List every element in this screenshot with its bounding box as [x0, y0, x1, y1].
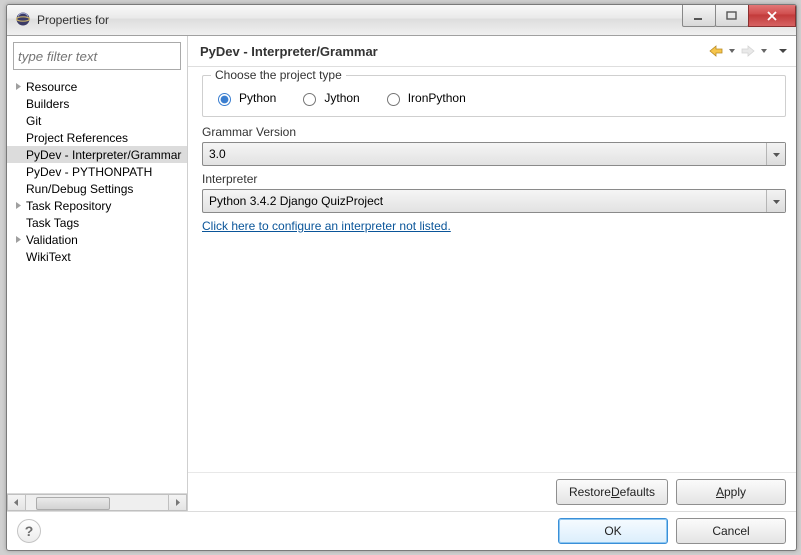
apply-button[interactable]: Apply	[676, 479, 786, 505]
nav-view-menu-icon[interactable]	[778, 44, 788, 58]
radio-label: IronPython	[408, 91, 466, 105]
sidebar-item-label: Git	[26, 114, 41, 128]
eclipse-icon	[15, 11, 31, 30]
interpreter-label: Interpreter	[202, 172, 786, 186]
body: Resource Builders Git Project References…	[7, 36, 796, 511]
sidebar-item-label: Task Tags	[26, 216, 79, 230]
radio-label: Jython	[324, 91, 359, 105]
nav-forward-button[interactable]	[740, 44, 756, 58]
cancel-button[interactable]: Cancel	[676, 518, 786, 544]
sidebar-item-validation[interactable]: Validation	[7, 231, 187, 248]
configure-interpreter-link[interactable]: Click here to configure an interpreter n…	[202, 219, 451, 233]
project-type-group: Choose the project type Python Jython	[202, 75, 786, 117]
sidebar-item-label: Resource	[26, 80, 77, 94]
radio-python[interactable]: Python	[213, 90, 276, 106]
maximize-button[interactable]	[715, 5, 749, 27]
sidebar-item-label: Run/Debug Settings	[26, 182, 133, 196]
interpreter-select[interactable]: Python 3.4.2 Django QuizProject	[202, 189, 786, 213]
content-area: Choose the project type Python Jython	[188, 67, 796, 472]
page-header: PyDev - Interpreter/Grammar	[188, 36, 796, 67]
sidebar-item-wikitext[interactable]: WikiText	[7, 248, 187, 265]
scroll-left-icon[interactable]	[7, 494, 26, 511]
window-controls	[683, 5, 796, 27]
expand-arrow-icon[interactable]	[13, 234, 24, 245]
nav-forward-menu-icon[interactable]	[760, 44, 768, 58]
sidebar-item-git[interactable]: Git	[7, 112, 187, 129]
sidebar: Resource Builders Git Project References…	[7, 36, 188, 511]
restore-defaults-button[interactable]: Restore Defaults	[556, 479, 668, 505]
radio-ironpython[interactable]: IronPython	[382, 90, 466, 106]
sidebar-item-label: WikiText	[26, 250, 71, 264]
sidebar-horizontal-scrollbar[interactable]	[7, 493, 187, 511]
group-legend: Choose the project type	[211, 68, 346, 82]
grammar-version-select[interactable]: 3.0	[202, 142, 786, 166]
sidebar-item-label: Builders	[26, 97, 69, 111]
scroll-right-icon[interactable]	[168, 494, 187, 511]
sidebar-item-label: Task Repository	[26, 199, 111, 213]
help-icon: ?	[25, 523, 34, 539]
sidebar-item-label: PyDev - Interpreter/Grammar	[26, 148, 181, 162]
sidebar-item-label: Project References	[26, 131, 128, 145]
expand-arrow-icon[interactable]	[13, 81, 24, 92]
sidebar-item-pydev-interpreter-grammar[interactable]: PyDev - Interpreter/Grammar	[7, 146, 187, 163]
footer: ? OK Cancel	[7, 511, 796, 550]
sidebar-item-task-repository[interactable]: Task Repository	[7, 197, 187, 214]
help-button[interactable]: ?	[17, 519, 41, 543]
filter-input[interactable]	[13, 42, 181, 70]
sidebar-item-task-tags[interactable]: Task Tags	[7, 214, 187, 231]
main-panel: PyDev - Interpreter/Grammar	[188, 36, 796, 511]
sidebar-item-project-references[interactable]: Project References	[7, 129, 187, 146]
radio-jython[interactable]: Jython	[298, 90, 359, 106]
project-type-radios: Python Jython IronPython	[213, 90, 775, 106]
grammar-version-value: 3.0	[209, 147, 226, 161]
interpreter-value: Python 3.4.2 Django QuizProject	[209, 194, 383, 208]
sidebar-item-pydev-pythonpath[interactable]: PyDev - PYTHONPATH	[7, 163, 187, 180]
nav-tree[interactable]: Resource Builders Git Project References…	[7, 76, 187, 493]
window-title: Properties for	[37, 13, 109, 27]
properties-dialog: Properties for Resource	[6, 4, 797, 551]
radio-python-input[interactable]	[218, 93, 231, 106]
chevron-down-icon	[766, 190, 785, 212]
scroll-track[interactable]	[26, 494, 168, 511]
sidebar-item-run-debug-settings[interactable]: Run/Debug Settings	[7, 180, 187, 197]
titlebar[interactable]: Properties for	[7, 5, 796, 36]
sidebar-item-label: Validation	[26, 233, 78, 247]
close-button[interactable]	[748, 5, 796, 27]
radio-label: Python	[239, 91, 276, 105]
expand-arrow-icon[interactable]	[13, 200, 24, 211]
ok-button[interactable]: OK	[558, 518, 668, 544]
inner-button-row: Restore Defaults Apply	[188, 472, 796, 511]
chevron-down-icon	[766, 143, 785, 165]
sidebar-item-builders[interactable]: Builders	[7, 95, 187, 112]
header-nav	[708, 44, 788, 58]
radio-jython-input[interactable]	[303, 93, 316, 106]
sidebar-item-label: PyDev - PYTHONPATH	[26, 165, 152, 179]
scroll-thumb[interactable]	[36, 497, 110, 510]
grammar-version-label: Grammar Version	[202, 125, 786, 139]
sidebar-item-resource[interactable]: Resource	[7, 78, 187, 95]
nav-back-button[interactable]	[708, 44, 724, 58]
page-title: PyDev - Interpreter/Grammar	[200, 44, 378, 59]
radio-ironpython-input[interactable]	[387, 93, 400, 106]
minimize-button[interactable]	[682, 5, 716, 27]
nav-back-menu-icon[interactable]	[728, 44, 736, 58]
